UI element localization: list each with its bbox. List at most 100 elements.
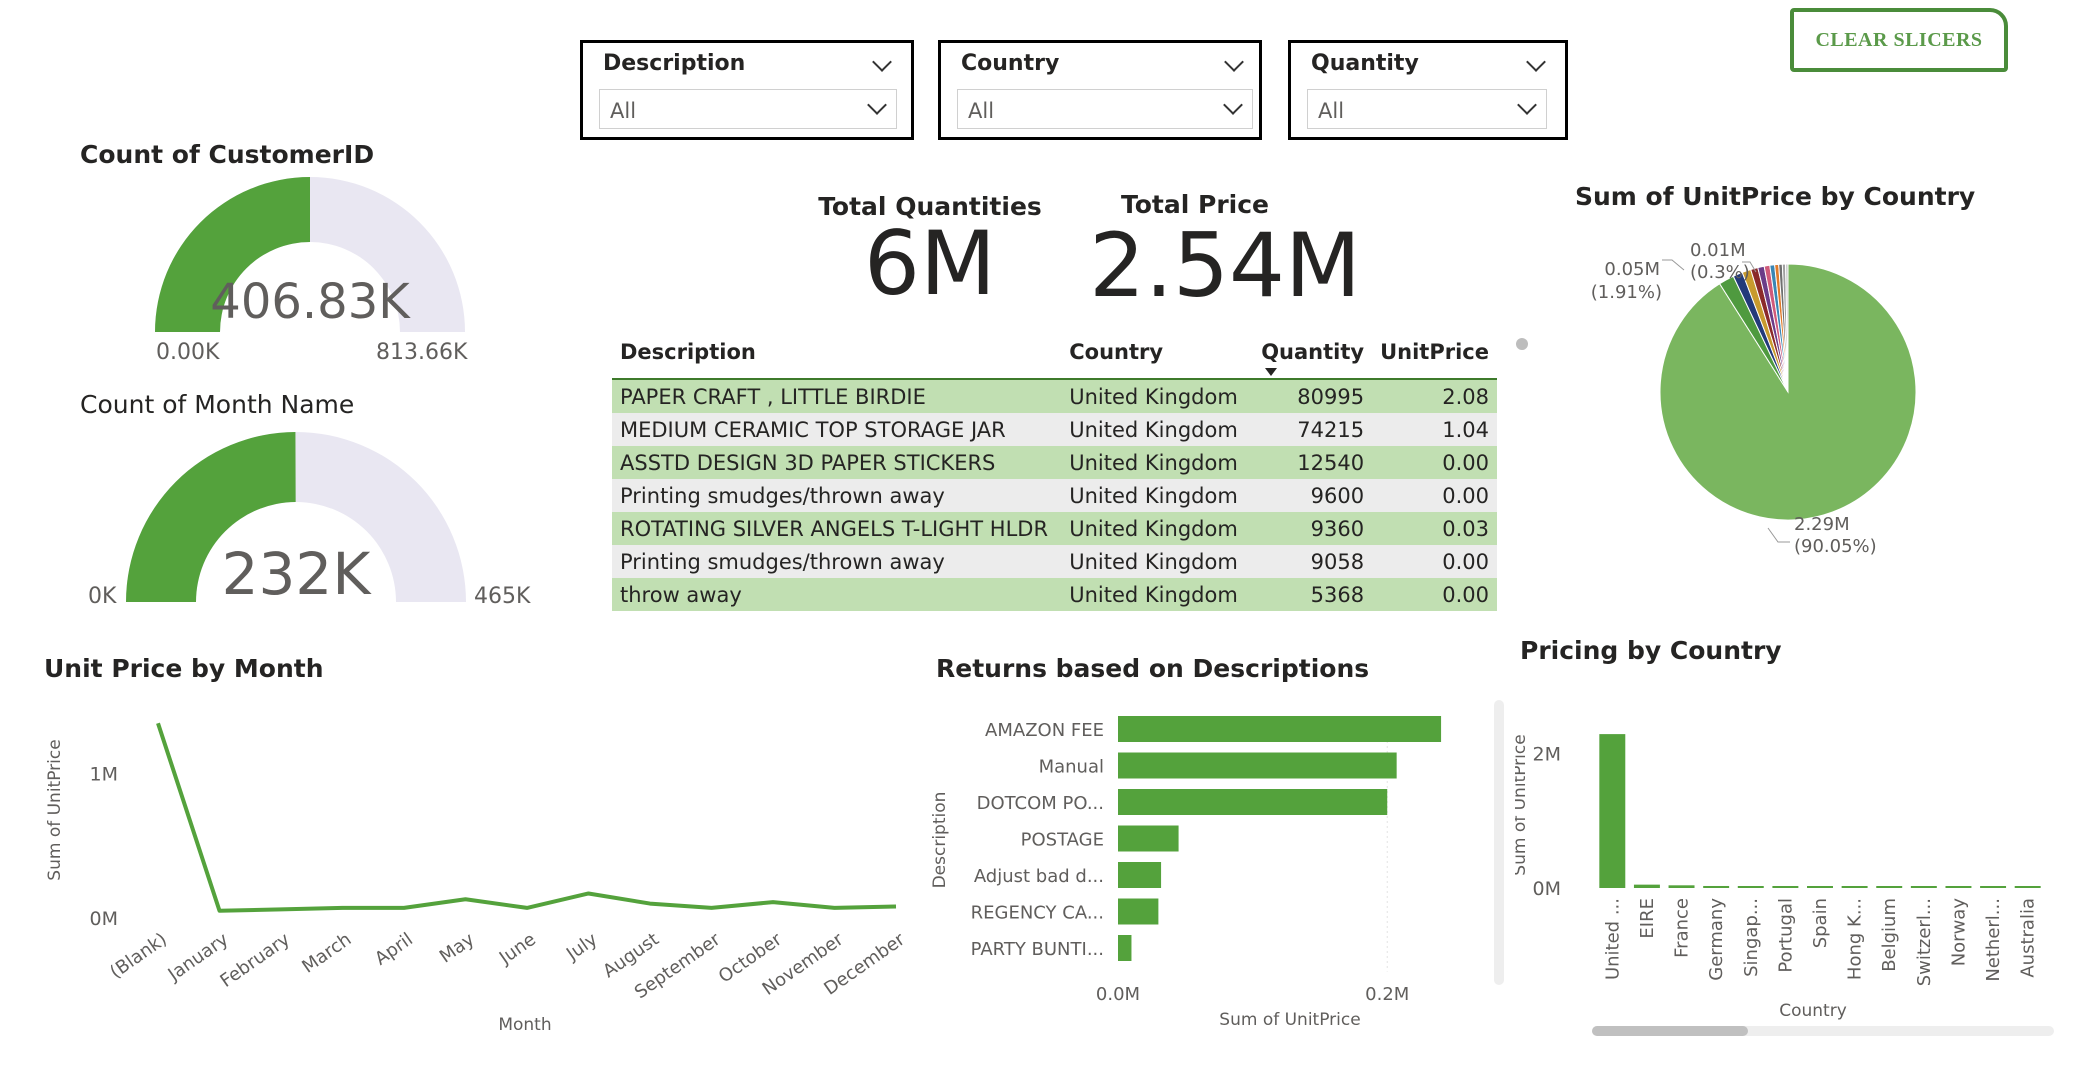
kpi-value-price: 2.54M [1089,214,1361,317]
slicer-dropdown[interactable]: All [1307,89,1547,129]
pie-data-label: (1.91%) [1591,282,1662,303]
y-tick-label: 0M [1533,878,1561,900]
y-tick-label: DOTCOM PO... [977,793,1104,814]
y-axis-title: Sum of UnitPrice [1515,734,1530,875]
y-axis-title: Sum of UnitPrice [45,739,65,880]
x-tick-label: France [1672,898,1693,958]
column-bar[interactable] [1703,885,1730,888]
bar[interactable] [1118,752,1397,779]
table-scroll-dot[interactable] [1516,338,1528,350]
column-header[interactable]: Country [1061,332,1254,380]
table-cell: throw away [612,578,1062,611]
table-row[interactable]: PAPER CRAFT , LITTLE BIRDIE United Kingdo… [612,379,1497,413]
column-header-quantity[interactable]: Quantity [1253,332,1373,380]
x-tick-label: (Blank) [106,929,171,983]
column-bar[interactable] [1772,886,1799,888]
column-bar[interactable] [1945,886,1972,888]
bar[interactable] [1118,935,1132,961]
bar[interactable] [1118,862,1162,888]
table-row[interactable]: throw away United Kingdom 5368 0.00 [612,578,1497,611]
pie-title: Sum of UnitPrice by Country [1575,182,1976,211]
column-bar[interactable] [1807,886,1833,888]
table-row[interactable]: ROTATING SILVER ANGELS T-LIGHT HLDR Unite… [612,512,1497,545]
pie-data-label: 0.05M [1604,259,1660,280]
bar[interactable] [1118,898,1159,925]
slicer-value: All [1318,99,1345,123]
slicer-quantity[interactable]: Quantity All [1288,40,1568,140]
bar[interactable] [1118,789,1388,815]
table-cell: United Kingdom [1061,446,1254,479]
chevron-down-icon[interactable] [872,52,892,72]
column-bar[interactable] [1633,884,1660,888]
chevron-down-icon[interactable] [1223,95,1243,115]
y-tick-label: 0M [90,908,118,930]
x-tick-label: Germany [1706,898,1727,981]
slicer-dropdown[interactable]: All [599,89,897,129]
slicer-description[interactable]: Description All [580,40,914,140]
y-tick-label: Manual [1039,757,1104,778]
table-cell: United Kingdom [1061,578,1254,611]
column-bar[interactable] [1737,886,1764,888]
x-tick-label: Hong K... [1845,898,1866,980]
table-cell: United Kingdom [1061,379,1254,413]
clear-slicers-button[interactable]: CLEAR SLICERS [1790,8,2008,72]
x-tick-label: April [371,929,417,970]
slicer-title: Description [603,51,746,76]
column-bar[interactable] [1599,734,1626,888]
x-tick-label: EIRE [1637,898,1658,939]
vertical-scrollbar[interactable] [1494,700,1504,985]
x-tick-label: February [216,929,294,992]
column-bar[interactable] [1980,886,2007,888]
chevron-down-icon[interactable] [867,95,887,115]
slicer-country[interactable]: Country All [938,40,1262,140]
table-cell: 0.03 [1372,512,1497,545]
gauge-value: 406.83K [210,274,410,330]
x-tick-label: Spain [1810,898,1831,948]
table-cell: 9058 [1253,545,1373,578]
x-tick-label: 0.0M [1096,984,1140,1005]
x-tick-label: Belgium [1879,898,1900,972]
table-cell: 80995 [1253,379,1373,413]
column-bar[interactable] [2014,886,2041,888]
column-bar[interactable] [1841,886,1868,888]
table-cell: 0.00 [1372,578,1497,611]
column-bar[interactable] [1668,885,1695,888]
table-row[interactable]: ASSTD DESIGN 3D PAPER STICKERS United Kin… [612,446,1497,479]
y-tick-label: AMAZON FEE [985,720,1104,741]
slicer-value: All [610,99,637,123]
table-cell: 74215 [1253,413,1373,446]
horizontal-scrollbar-thumb[interactable] [1592,1026,1748,1036]
x-axis-title: Country [1779,1001,1847,1021]
sort-desc-icon[interactable] [1265,368,1278,376]
leader-line [1662,259,1685,271]
pie-data-label: (0.3%) [1690,262,1750,283]
bar-title: Returns based on Descriptions [936,654,1370,683]
table-row[interactable]: Printing smudges/thrown away United Kingd… [612,479,1497,512]
column-bar[interactable] [1910,886,1937,888]
table-row[interactable]: Printing smudges/thrown away United Kingd… [612,545,1497,578]
table-cell: 9600 [1253,479,1373,512]
gauge-max: 465K [474,584,531,609]
chevron-down-icon[interactable] [1224,52,1244,72]
x-tick-label: May [436,929,479,968]
slicer-title: Quantity [1311,51,1419,76]
line-series[interactable] [156,722,897,913]
y-tick-label: PARTY BUNTI... [971,939,1104,960]
gauge-value: 232K [221,540,371,608]
table-cell: 5368 [1253,578,1373,611]
table-row[interactable]: MEDIUM CERAMIC TOP STORAGE JAR United Kin… [612,413,1497,446]
slicer-value: All [968,99,995,123]
slicer-dropdown[interactable]: All [957,89,1253,129]
column-header[interactable]: Description [612,332,1062,380]
chevron-down-icon[interactable] [1526,52,1546,72]
kpi-value-quantities: 6M [864,212,996,315]
bar[interactable] [1118,716,1442,742]
column-header[interactable]: UnitPrice [1372,332,1497,380]
x-tick-label: Portugal [1775,898,1796,973]
x-tick-label: Singap... [1741,898,1762,977]
column-bar[interactable] [1876,886,1903,888]
line-title: Unit Price by Month [44,654,324,683]
chevron-down-icon[interactable] [1517,95,1537,115]
x-tick-label: 0.2M [1365,984,1409,1005]
bar[interactable] [1118,825,1179,852]
